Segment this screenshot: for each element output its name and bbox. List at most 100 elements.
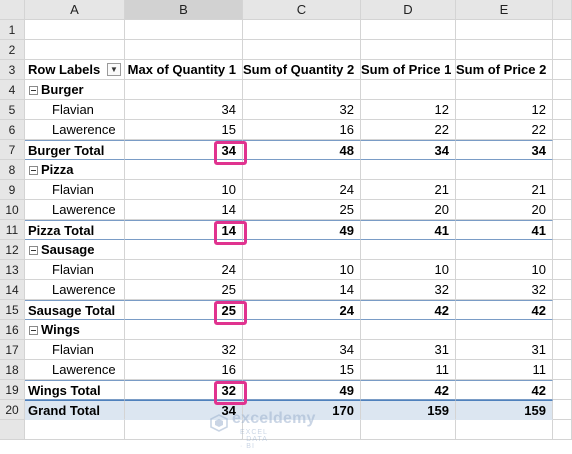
- value-cell[interactable]: 32: [125, 340, 243, 360]
- value-cell[interactable]: 20: [361, 200, 456, 220]
- subtotal-value[interactable]: 41: [456, 220, 553, 240]
- cell[interactable]: [361, 320, 456, 340]
- cell[interactable]: [361, 240, 456, 260]
- cell[interactable]: [243, 240, 361, 260]
- value-cell[interactable]: 24: [243, 180, 361, 200]
- value-cell[interactable]: 11: [456, 360, 553, 380]
- subtotal-value[interactable]: 49: [243, 220, 361, 240]
- cell[interactable]: [553, 380, 572, 400]
- group-label[interactable]: Sausage: [25, 240, 125, 260]
- value-cell[interactable]: 12: [456, 100, 553, 120]
- item-label[interactable]: Flavian: [25, 340, 125, 360]
- collapse-icon[interactable]: [29, 246, 38, 255]
- cell[interactable]: [456, 20, 553, 40]
- measure-header[interactable]: Sum of Quantity 2: [243, 60, 361, 80]
- value-cell[interactable]: 10: [361, 260, 456, 280]
- value-cell[interactable]: 21: [361, 180, 456, 200]
- filter-dropdown-icon[interactable]: ▼: [107, 63, 121, 76]
- column-header-B[interactable]: B: [125, 0, 243, 20]
- subtotal-value[interactable]: 42: [456, 300, 553, 320]
- value-cell[interactable]: 15: [243, 360, 361, 380]
- row-header[interactable]: 8: [0, 160, 25, 180]
- cell[interactable]: [553, 300, 572, 320]
- value-cell[interactable]: 12: [361, 100, 456, 120]
- subtotal-label[interactable]: Sausage Total: [25, 300, 125, 320]
- row-header[interactable]: 2: [0, 40, 25, 60]
- subtotal-value[interactable]: 42: [456, 380, 553, 400]
- cell[interactable]: [553, 100, 572, 120]
- subtotal-value[interactable]: 48: [243, 140, 361, 160]
- value-cell[interactable]: 24: [125, 260, 243, 280]
- column-header-A[interactable]: A: [25, 0, 125, 20]
- subtotal-label[interactable]: Burger Total: [25, 140, 125, 160]
- cell[interactable]: [553, 200, 572, 220]
- value-cell[interactable]: 16: [125, 360, 243, 380]
- row-header[interactable]: 5: [0, 100, 25, 120]
- cell[interactable]: [553, 180, 572, 200]
- value-cell[interactable]: 31: [456, 340, 553, 360]
- cell[interactable]: [553, 420, 572, 440]
- grand-total-label[interactable]: Grand Total: [25, 400, 125, 420]
- cell[interactable]: [456, 80, 553, 100]
- subtotal-value[interactable]: 34: [361, 140, 456, 160]
- value-cell[interactable]: 22: [456, 120, 553, 140]
- cell[interactable]: [553, 160, 572, 180]
- value-cell[interactable]: 21: [456, 180, 553, 200]
- cell[interactable]: [243, 80, 361, 100]
- item-label[interactable]: Lawerence: [25, 200, 125, 220]
- cell[interactable]: [553, 240, 572, 260]
- row-header[interactable]: 13: [0, 260, 25, 280]
- row-labels-header[interactable]: Row Labels ▼: [25, 60, 125, 80]
- subtotal-value[interactable]: 42: [361, 300, 456, 320]
- cell[interactable]: [553, 280, 572, 300]
- value-cell[interactable]: 14: [125, 200, 243, 220]
- row-header[interactable]: 20: [0, 400, 25, 420]
- subtotal-value[interactable]: 49: [243, 380, 361, 400]
- cell[interactable]: [361, 40, 456, 60]
- value-cell[interactable]: 16: [243, 120, 361, 140]
- cell[interactable]: [125, 80, 243, 100]
- cell[interactable]: [125, 40, 243, 60]
- item-label[interactable]: Flavian: [25, 100, 125, 120]
- measure-header[interactable]: Sum of Price 1: [361, 60, 456, 80]
- row-header[interactable]: 4: [0, 80, 25, 100]
- value-cell[interactable]: 20: [456, 200, 553, 220]
- value-cell[interactable]: 34: [243, 340, 361, 360]
- group-label[interactable]: Burger: [25, 80, 125, 100]
- item-label[interactable]: Flavian: [25, 180, 125, 200]
- cell[interactable]: [243, 20, 361, 40]
- subtotal-label[interactable]: Pizza Total: [25, 220, 125, 240]
- item-label[interactable]: Lawerence: [25, 280, 125, 300]
- row-header[interactable]: 6: [0, 120, 25, 140]
- cell[interactable]: [361, 20, 456, 40]
- row-header[interactable]: 15: [0, 300, 25, 320]
- row-header[interactable]: 10: [0, 200, 25, 220]
- subtotal-value[interactable]: 41: [361, 220, 456, 240]
- item-label[interactable]: Flavian: [25, 260, 125, 280]
- row-header[interactable]: 16: [0, 320, 25, 340]
- grand-total-value[interactable]: 159: [361, 400, 456, 420]
- row-header[interactable]: 7: [0, 140, 25, 160]
- cell[interactable]: [456, 240, 553, 260]
- cell[interactable]: [361, 420, 456, 440]
- cell[interactable]: [553, 60, 572, 80]
- subtotal-value[interactable]: 42: [361, 380, 456, 400]
- cell[interactable]: [553, 260, 572, 280]
- cell[interactable]: [553, 320, 572, 340]
- value-cell[interactable]: 32: [456, 280, 553, 300]
- column-header-F[interactable]: [553, 0, 572, 20]
- cell[interactable]: [243, 40, 361, 60]
- value-cell[interactable]: 10: [243, 260, 361, 280]
- cell[interactable]: [553, 340, 572, 360]
- group-label[interactable]: Wings: [25, 320, 125, 340]
- value-cell[interactable]: 31: [361, 340, 456, 360]
- value-cell[interactable]: 11: [361, 360, 456, 380]
- cell[interactable]: [553, 400, 572, 420]
- row-header[interactable]: 9: [0, 180, 25, 200]
- select-all-corner[interactable]: [0, 0, 25, 20]
- value-cell[interactable]: 22: [361, 120, 456, 140]
- row-header[interactable]: 3: [0, 60, 25, 80]
- cell[interactable]: [553, 220, 572, 240]
- row-header[interactable]: [0, 420, 25, 440]
- measure-header[interactable]: Max of Quantity 1: [125, 60, 243, 80]
